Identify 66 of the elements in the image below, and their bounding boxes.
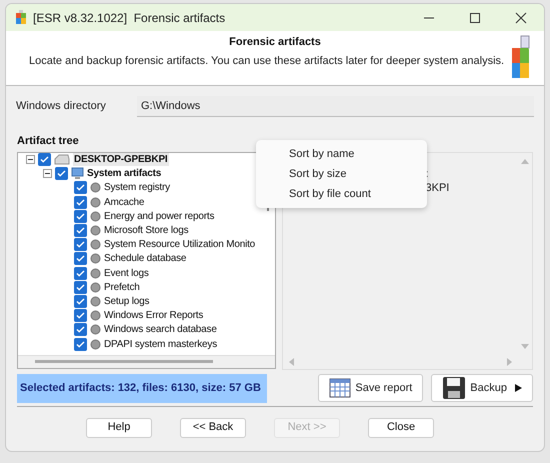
checkbox[interactable] xyxy=(74,238,87,252)
tree-item[interactable]: Windows Error Reports xyxy=(104,309,204,322)
monitor-icon xyxy=(71,167,84,180)
app-icon xyxy=(15,10,27,25)
checkbox[interactable] xyxy=(74,266,87,280)
checkbox[interactable] xyxy=(74,252,87,266)
circle-icon xyxy=(90,268,101,279)
tree-item[interactable]: System registry xyxy=(104,181,170,194)
circle-icon xyxy=(90,282,101,293)
menu-item[interactable]: Sort by file count xyxy=(256,184,427,204)
circle-icon xyxy=(90,310,101,322)
tree-item[interactable]: Energy and power reports xyxy=(104,210,214,223)
dialog-button[interactable]: << Back xyxy=(180,418,246,438)
circle-icon xyxy=(90,196,101,208)
collapse-icon[interactable] xyxy=(43,169,52,178)
field-label: Windows directory xyxy=(16,99,107,114)
checkbox[interactable] xyxy=(74,338,87,351)
backup-button[interactable]: Backup xyxy=(431,374,533,402)
collapse-icon[interactable] xyxy=(26,155,35,164)
checkbox[interactable] xyxy=(74,323,87,336)
tree-item[interactable]: DESKTOP-GPEBKPI xyxy=(73,153,168,166)
input-field[interactable]: G:\Windows xyxy=(137,96,534,117)
circle-icon xyxy=(90,324,101,336)
circle-icon xyxy=(90,182,101,194)
save-report-button[interactable]: Save report xyxy=(318,374,424,402)
tree-item[interactable]: Windows search database xyxy=(104,323,217,336)
checkbox[interactable] xyxy=(74,280,87,294)
checkbox[interactable] xyxy=(74,196,87,209)
tree-item[interactable]: Prefetch xyxy=(104,280,140,294)
checkbox[interactable] xyxy=(55,167,68,180)
header-description: Locate and backup forensic artifacts. You can use these artifacts later for deeper system analysis. xyxy=(28,54,506,68)
drive-icon xyxy=(54,154,70,166)
checkbox[interactable] xyxy=(74,210,87,223)
checkbox[interactable] xyxy=(74,294,87,308)
usb-drive-icon xyxy=(510,35,532,80)
menu-item[interactable]: Sort by size xyxy=(256,164,427,184)
header-title: Forensic artifacts xyxy=(228,35,322,50)
circle-icon xyxy=(90,210,101,222)
play-icon xyxy=(515,384,522,392)
status-bar: Selected artifacts: 132, files: 6130, size: 57 GB xyxy=(17,374,268,402)
checkbox[interactable] xyxy=(74,309,87,322)
circle-icon xyxy=(90,296,101,307)
checkbox[interactable] xyxy=(74,181,87,194)
circle-icon xyxy=(90,225,101,236)
table-icon xyxy=(329,377,352,399)
details-text: 3KPI xyxy=(425,180,450,194)
circle-icon xyxy=(90,239,101,250)
window-title: [ESR v8.32.1022] Forensic artifacts xyxy=(33,10,226,26)
circle-icon xyxy=(90,253,101,264)
tree-item[interactable]: Event logs xyxy=(104,266,149,280)
tree-item[interactable]: System Resource Utilization Monito xyxy=(104,238,256,252)
checkbox[interactable] xyxy=(74,224,87,238)
tree-item[interactable]: Schedule database xyxy=(104,252,186,266)
dialog-button[interactable]: Help xyxy=(86,418,152,438)
tree-item[interactable]: DPAPI system masterkeys xyxy=(104,338,218,351)
checkbox[interactable] xyxy=(38,153,51,166)
close-icon[interactable] xyxy=(515,12,527,24)
circle-icon xyxy=(90,338,101,350)
menu-item[interactable]: Sort by name xyxy=(256,144,427,164)
maximize-icon[interactable] xyxy=(469,12,481,24)
dialog-button[interactable]: Close xyxy=(368,418,434,438)
tree-item[interactable]: System artifacts xyxy=(87,167,162,180)
tree-item[interactable]: Setup logs xyxy=(104,294,150,308)
tree-item[interactable]: Microsoft Store logs xyxy=(104,224,188,238)
tree-item[interactable]: Amcache xyxy=(104,196,144,209)
section-label: Artifact tree xyxy=(17,134,80,149)
